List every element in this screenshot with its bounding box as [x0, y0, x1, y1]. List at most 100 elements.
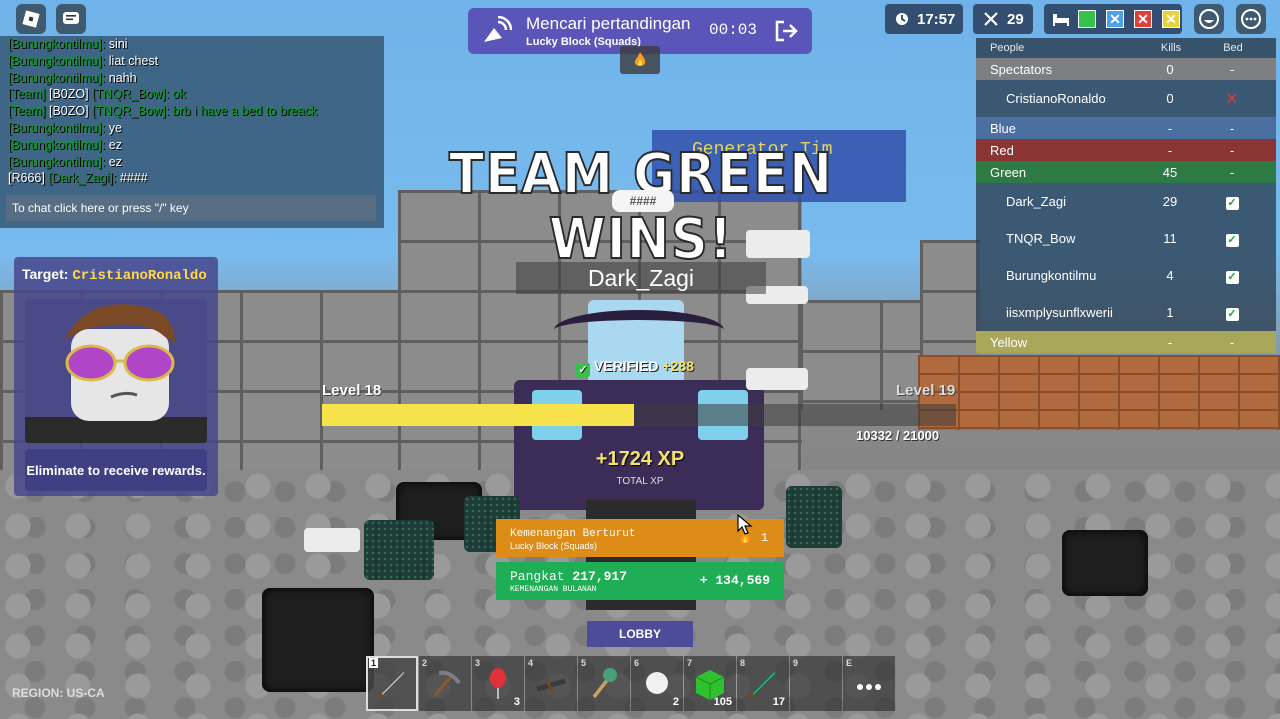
verified-label: VERIFIED: [593, 358, 659, 374]
red-team-bed-destroyed-icon: ✕: [1134, 10, 1152, 28]
chat-bubble-icon: [63, 12, 79, 24]
white-block: [746, 368, 808, 390]
hotbar-slot-E[interactable]: E: [843, 656, 895, 711]
white-block: [304, 528, 360, 552]
server-region: REGION: US-CA: [12, 686, 105, 700]
target-panel: Target: CristianoRonaldo Eliminate to re…: [14, 257, 218, 496]
scoreboard-team-row: Green 45 -: [976, 161, 1276, 183]
matchmaking-title: Mencari pertandingan: [526, 14, 691, 33]
emote-button[interactable]: [1194, 4, 1224, 34]
chat-toggle-button[interactable]: [56, 4, 86, 34]
hotbar-slot-8[interactable]: 8 17: [737, 656, 789, 711]
team-name: Blue: [990, 120, 1017, 136]
dark-prismarine-block: [364, 520, 434, 580]
streak-title: Kemenangan Berturut: [510, 528, 636, 540]
chat-message: [Burungkontilmu]: ye: [8, 120, 376, 137]
scoreboard-player-row: TNQR_Bow 11 ✓: [976, 220, 1276, 257]
rank-delta: + 134,569: [699, 573, 770, 588]
scoreboard: People Kills Bed Spectators 0 - CristianoRo…: [976, 38, 1276, 360]
chat-name: [TNQR_Bow]:: [92, 87, 170, 102]
chat-name: [Burungkontilmu]:: [8, 70, 106, 85]
player-nametag: Dark_Zagi: [516, 262, 766, 294]
hotbar-slot-5[interactable]: 5: [578, 656, 630, 711]
rank-value: 217,917: [572, 569, 628, 584]
player-name: Burungkontilmu: [1006, 268, 1097, 283]
ellipsis-icon: [1241, 9, 1261, 29]
verified-badge: ✓ VERIFIED +288: [576, 358, 694, 377]
scoreboard-team-row: Red - -: [976, 139, 1276, 161]
player-name: Dark_Zagi: [1006, 194, 1066, 209]
kills-value: 29: [1162, 194, 1178, 209]
xp-gain: +1724 XP: [595, 448, 685, 470]
team-bed-status: ✕ ✕ ✕: [1044, 4, 1182, 34]
chat-message: [Burungkontilmu]: liat chest: [8, 53, 376, 70]
target-header: Target: CristianoRonaldo: [22, 266, 207, 284]
chat-text: nahh: [108, 70, 137, 85]
chat-bubble: ####: [612, 190, 674, 212]
kills-value: -: [1167, 142, 1173, 158]
scoreboard-player-row: Burungkontilmu 4 ✓: [976, 257, 1276, 294]
green-team-bed-icon: [1078, 10, 1096, 28]
bed-value: -: [1229, 61, 1235, 77]
blue-team-bed-destroyed-icon: ✕: [1106, 10, 1124, 28]
kill-count: 29: [1007, 10, 1024, 28]
scoreboard-player-row: iisxmplysunflxwerii 1 ✓: [976, 294, 1276, 331]
kills-value: -: [1167, 120, 1173, 136]
streak-mode: Lucky Block (Squads): [510, 541, 598, 551]
fire-indicator: [620, 46, 660, 74]
chat-text: ####: [119, 171, 148, 186]
clock-icon: [896, 13, 908, 25]
hotbar-slot-2[interactable]: 2: [419, 656, 471, 711]
chat-tag: [B0ZO]: [49, 87, 89, 102]
streak-value: 1: [761, 531, 769, 545]
roblox-logo-icon: [22, 10, 40, 28]
xp-progress-text: 10332 / 21000: [856, 428, 940, 443]
hotbar-slot-6[interactable]: 62: [631, 656, 683, 711]
chat-text: liat chest: [108, 53, 159, 68]
chat-message: [Burungkontilmu]: ez: [8, 154, 376, 171]
team-name: Green: [990, 164, 1027, 180]
matchmaking-timer: 00:03: [709, 21, 758, 39]
header-people: People: [990, 42, 1025, 54]
bed-alive-check-icon: ✓: [1225, 307, 1239, 321]
roblox-menu-button[interactable]: [16, 4, 46, 34]
chat-team: [Team]: [8, 87, 46, 102]
item-count: 105: [713, 696, 732, 708]
item-count: 2: [672, 696, 679, 708]
player-name: TNQR_Bow: [1006, 231, 1076, 246]
chat-name: [Burungkontilmu]:: [8, 137, 106, 152]
bed-alive-check-icon: ✓: [1225, 233, 1239, 247]
rank-title: Pangkat 217,917: [510, 569, 627, 584]
lobby-button[interactable]: LOBBY: [587, 621, 693, 647]
chat-message: [Team] [B0ZO] [TNQR_Bow]: ok: [8, 86, 376, 103]
more-options-button[interactable]: [1236, 4, 1266, 34]
chat-message: [Burungkontilmu]: ez: [8, 137, 376, 154]
hotbar-slot-9[interactable]: 9: [790, 656, 842, 711]
hotbar-slot-7[interactable]: 7 105: [684, 656, 736, 711]
satellite-dish-icon: [484, 16, 512, 42]
hotbar-slot-3[interactable]: 33: [472, 656, 524, 711]
kills-value: 0: [1166, 91, 1174, 106]
chat-message: [Burungkontilmu]: nahh: [8, 70, 376, 87]
check-icon: ✓: [576, 363, 590, 377]
bed-alive-check-icon: ✓: [1225, 270, 1239, 284]
hotbar-slot-4[interactable]: 4: [525, 656, 577, 711]
player-name: CristianoRonaldo: [1006, 91, 1106, 106]
scoreboard-team-row: Blue - -: [976, 117, 1276, 139]
header-bed: Bed: [1223, 42, 1243, 54]
scoreboard-player-row: Dark_Zagi 29 ✓: [976, 183, 1276, 220]
leave-queue-icon[interactable]: [774, 20, 798, 42]
next-level: Level 19: [896, 382, 956, 399]
chat-name: [Dark_Zagi]:: [48, 171, 117, 186]
hotbar-slot-1[interactable]: 1: [366, 656, 418, 711]
chat-text: ok: [172, 87, 186, 102]
player-name: iisxmplysunflxwerii: [1006, 305, 1113, 320]
chat-input[interactable]: To chat click here or press "/" key: [6, 195, 376, 221]
kills-value: -: [1167, 334, 1173, 350]
avatar-portrait: [25, 304, 207, 443]
target-caption: Eliminate to receive rewards.: [25, 449, 207, 491]
target-label: Target:: [22, 266, 69, 282]
chat-name: [Burungkontilmu]:: [8, 37, 106, 51]
xp-gain-label: TOTAL XP: [616, 476, 664, 487]
smiley-icon: [1199, 9, 1219, 29]
